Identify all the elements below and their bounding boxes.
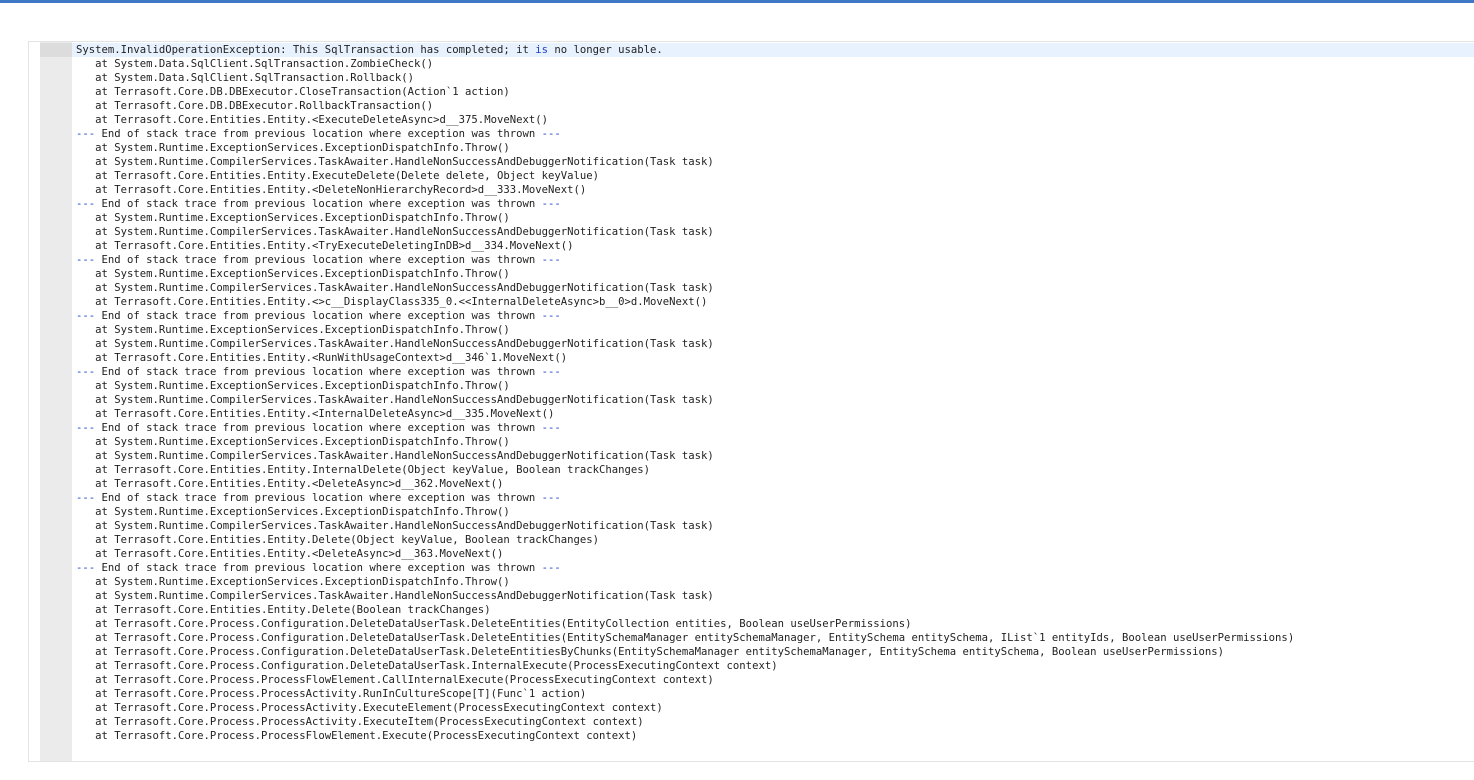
separator-dashes-start: ---: [76, 422, 102, 434]
separator-text: End of stack trace from previous locatio…: [101, 128, 536, 140]
code-line: at System.Runtime.ExceptionServices.Exce…: [76, 380, 510, 392]
code-line: at Terrasoft.Core.Entities.Entity.<Delet…: [76, 548, 504, 560]
code-line: at Terrasoft.Core.Process.Configuration.…: [76, 646, 1225, 658]
code-line: at Terrasoft.Core.Process.Configuration.…: [76, 618, 912, 630]
code-line-separator: --- End of stack trace from previous loc…: [72, 421, 1474, 435]
code-line: at Terrasoft.Core.Entities.Entity.Intern…: [76, 464, 651, 476]
separator-text: End of stack trace from previous locatio…: [101, 562, 536, 574]
code-line: at System.Runtime.ExceptionServices.Exce…: [76, 268, 510, 280]
code-line: at Terrasoft.Core.Entities.Entity.<>c__D…: [76, 296, 708, 308]
code-line-separator: --- End of stack trace from previous loc…: [72, 309, 1474, 323]
code-line-exception: System.InvalidOperationException: This S…: [72, 43, 1474, 57]
separator-dashes-start: ---: [76, 492, 102, 504]
code-line: at System.Data.SqlClient.SqlTransaction.…: [76, 72, 415, 84]
code-line: at System.Runtime.ExceptionServices.Exce…: [76, 324, 510, 336]
separator-dashes-end: ---: [535, 422, 561, 434]
code-line: at Terrasoft.Core.DB.DBExecutor.CloseTra…: [76, 86, 510, 98]
code-line: at System.Data.SqlClient.SqlTransaction.…: [76, 58, 434, 70]
code-line-separator: --- End of stack trace from previous loc…: [72, 365, 1474, 379]
separator-dashes-end: ---: [535, 492, 561, 504]
separator-text: End of stack trace from previous locatio…: [101, 492, 536, 504]
code-line: at Terrasoft.Core.Entities.Entity.<Inter…: [76, 408, 555, 420]
separator-dashes-end: ---: [535, 198, 561, 210]
separator-text: End of stack trace from previous locatio…: [101, 198, 536, 210]
code-line: at Terrasoft.Core.Process.ProcessFlowEle…: [76, 730, 638, 742]
code-line-separator: --- End of stack trace from previous loc…: [72, 491, 1474, 505]
code-editor[interactable]: System.InvalidOperationException: This S…: [28, 41, 1474, 762]
active-line-gutter-marker: [40, 43, 72, 57]
code-line: at Terrasoft.Core.Process.ProcessActivit…: [76, 702, 663, 714]
code-line: at System.Runtime.ExceptionServices.Exce…: [76, 576, 510, 588]
code-line: at System.Runtime.ExceptionServices.Exce…: [76, 212, 510, 224]
separator-text: End of stack trace from previous locatio…: [101, 310, 536, 322]
code-line-separator: --- End of stack trace from previous loc…: [72, 561, 1474, 575]
exception-message-start: System.InvalidOperationException: This S…: [76, 44, 536, 56]
code-line: at System.Runtime.CompilerServices.TaskA…: [76, 450, 714, 462]
separator-dashes-end: ---: [535, 310, 561, 322]
separator-dashes-end: ---: [535, 128, 561, 140]
separator-text: End of stack trace from previous locatio…: [101, 366, 536, 378]
separator-text: End of stack trace from previous locatio…: [101, 254, 536, 266]
top-accent-bar: [0, 0, 1474, 3]
separator-dashes-end: ---: [535, 254, 561, 266]
separator-dashes-end: ---: [535, 562, 561, 574]
separator-dashes-start: ---: [76, 198, 102, 210]
code-line: at Terrasoft.Core.Process.ProcessActivit…: [76, 716, 644, 728]
keyword-is: is: [535, 44, 548, 56]
code-line: at Terrasoft.Core.Entities.Entity.<TryEx…: [76, 240, 574, 252]
code-line-separator: --- End of stack trace from previous loc…: [72, 197, 1474, 211]
separator-dashes-start: ---: [76, 310, 102, 322]
code-line: at Terrasoft.Core.Process.Configuration.…: [76, 660, 778, 672]
code-line: at Terrasoft.Core.Process.Configuration.…: [76, 632, 1295, 644]
code-line: at Terrasoft.Core.Entities.Entity.<RunWi…: [76, 352, 568, 364]
separator-text: End of stack trace from previous locatio…: [101, 422, 536, 434]
code-line: at System.Runtime.CompilerServices.TaskA…: [76, 226, 714, 238]
code-line: at Terrasoft.Core.Entities.Entity.<Execu…: [76, 114, 548, 126]
code-line: at System.Runtime.CompilerServices.TaskA…: [76, 156, 714, 168]
separator-dashes-start: ---: [76, 562, 102, 574]
separator-dashes-start: ---: [76, 254, 102, 266]
separator-dashes-start: ---: [76, 366, 102, 378]
code-line: at System.Runtime.CompilerServices.TaskA…: [76, 338, 714, 350]
code-line: at System.Runtime.CompilerServices.TaskA…: [76, 282, 714, 294]
code-line: at Terrasoft.Core.Entities.Entity.<Delet…: [76, 184, 587, 196]
code-line: at System.Runtime.ExceptionServices.Exce…: [76, 436, 510, 448]
separator-dashes-end: ---: [535, 366, 561, 378]
separator-dashes-start: ---: [76, 128, 102, 140]
code-line: at Terrasoft.Core.Entities.Entity.Delete…: [76, 534, 599, 546]
code-line: at Terrasoft.Core.Entities.Entity.<Delet…: [76, 478, 504, 490]
line-gutter: [40, 42, 72, 761]
code-line: at Terrasoft.Core.DB.DBExecutor.Rollback…: [76, 100, 434, 112]
code-line: at System.Runtime.ExceptionServices.Exce…: [76, 506, 510, 518]
code-line: at Terrasoft.Core.Process.ProcessFlowEle…: [76, 674, 714, 686]
code-area[interactable]: System.InvalidOperationException: This S…: [72, 42, 1474, 761]
exception-message-end: no longer usable.: [547, 44, 663, 56]
code-line: at System.Runtime.ExceptionServices.Exce…: [76, 142, 510, 154]
code-line: at Terrasoft.Core.Process.ProcessActivit…: [76, 688, 587, 700]
code-line-separator: --- End of stack trace from previous loc…: [72, 253, 1474, 267]
code-line: at Terrasoft.Core.Entities.Entity.Execut…: [76, 170, 599, 182]
code-line: at System.Runtime.CompilerServices.TaskA…: [76, 394, 714, 406]
code-line: at System.Runtime.CompilerServices.TaskA…: [76, 590, 714, 602]
code-line: at Terrasoft.Core.Entities.Entity.Delete…: [76, 604, 491, 616]
code-line-separator: --- End of stack trace from previous loc…: [72, 127, 1474, 141]
code-line: at System.Runtime.CompilerServices.TaskA…: [76, 520, 714, 532]
